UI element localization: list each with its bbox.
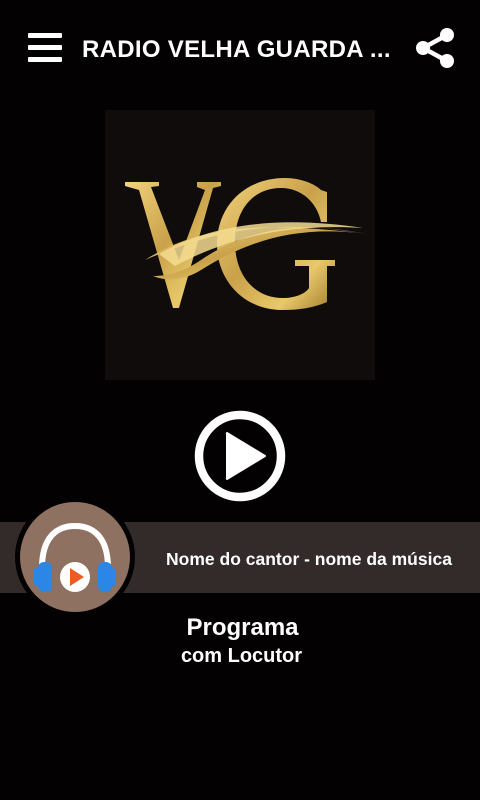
play-button[interactable] xyxy=(193,409,287,503)
headphones-play-icon xyxy=(34,522,116,592)
station-logo: VG xyxy=(105,110,375,380)
share-icon xyxy=(416,28,454,68)
top-app-bar: RADIO VELHA GUARDA ... xyxy=(0,0,480,98)
program-info: Programa com Locutor xyxy=(0,612,480,668)
menu-bar xyxy=(28,33,62,38)
album-art-circle xyxy=(20,502,130,612)
menu-bar xyxy=(28,57,62,62)
menu-button[interactable] xyxy=(28,30,64,66)
radio-player-screen: RADIO VELHA GUARDA ... VG Nome do cantor… xyxy=(0,0,480,800)
program-host: com Locutor xyxy=(180,645,303,667)
menu-bar xyxy=(28,45,62,50)
program-name: Programa xyxy=(186,614,299,641)
play-icon xyxy=(194,410,286,502)
logo-text: VG xyxy=(105,110,107,111)
share-button[interactable] xyxy=(414,27,456,69)
app-title: RADIO VELHA GUARDA ... xyxy=(82,36,391,63)
track-title: Nome do cantor - nome da música xyxy=(166,549,452,569)
album-art xyxy=(15,497,135,617)
vg-logo-icon: VG xyxy=(105,110,367,310)
